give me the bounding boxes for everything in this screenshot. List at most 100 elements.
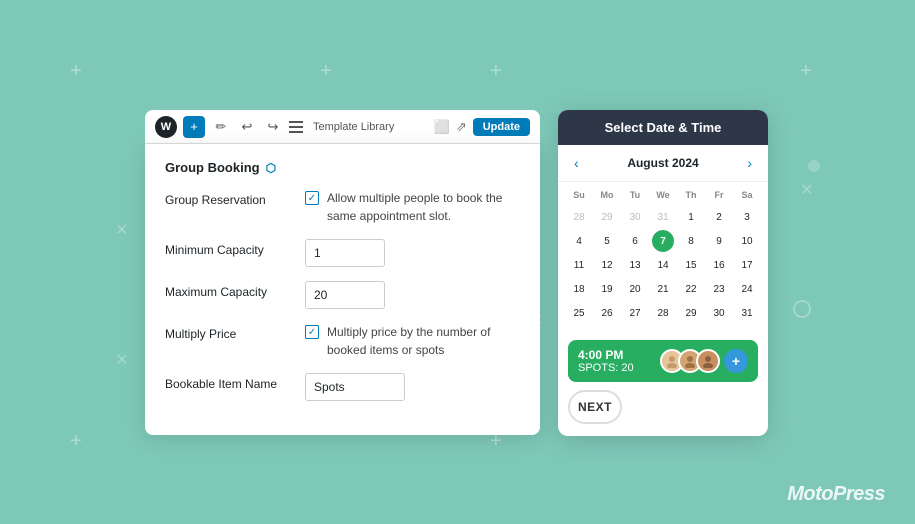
calendar-day[interactable]: 7 xyxy=(652,230,674,252)
calendar-day[interactable]: 18 xyxy=(568,278,590,300)
wp-logo: W xyxy=(155,116,177,138)
calendar-day[interactable]: 28 xyxy=(568,206,590,228)
min-capacity-control xyxy=(305,239,520,267)
calendar-day[interactable]: 21 xyxy=(652,278,674,300)
multiply-price-control: Multiply price by the number of booked i… xyxy=(305,323,520,359)
calendar-day[interactable]: 3 xyxy=(736,206,758,228)
time-slot[interactable]: 4:00 PM SPOTS: 20 + xyxy=(568,340,758,382)
multiply-price-checkbox-row: Multiply price by the number of booked i… xyxy=(305,323,520,359)
min-capacity-row: Minimum Capacity xyxy=(165,239,520,267)
add-button[interactable]: + xyxy=(183,116,205,138)
panel-title-icon: ⬡ xyxy=(266,161,276,175)
bookable-item-label: Bookable Item Name xyxy=(165,373,295,391)
cal-next-btn[interactable]: › xyxy=(743,153,756,173)
time-slot-info: 4:00 PM SPOTS: 20 xyxy=(578,348,634,374)
panel-title: Group Booking ⬡ xyxy=(165,160,520,175)
calendar-day[interactable]: 29 xyxy=(596,206,618,228)
deco-plus-2: + xyxy=(320,60,332,83)
bookable-item-input[interactable] xyxy=(305,373,405,401)
deco-plus-4: + xyxy=(800,60,812,83)
group-reservation-checkbox-row: Allow multiple people to book the same a… xyxy=(305,189,520,225)
cal-day-headers: Su Mo Tu We Th Fr Sa xyxy=(566,188,760,202)
redo-icon[interactable]: ↪ xyxy=(263,117,283,137)
next-button[interactable]: NEXT xyxy=(568,390,622,424)
calendar-day[interactable]: 29 xyxy=(680,302,702,324)
calendar-nav: ‹ August 2024 › xyxy=(558,145,768,182)
calendar-day[interactable]: 30 xyxy=(624,206,646,228)
calendar-day[interactable]: 23 xyxy=(708,278,730,300)
max-capacity-input[interactable] xyxy=(305,281,385,309)
group-reservation-text: Allow multiple people to book the same a… xyxy=(327,189,520,225)
calendar-day[interactable]: 20 xyxy=(624,278,646,300)
avatar-group: + xyxy=(660,349,748,373)
multiply-price-checkbox[interactable] xyxy=(305,325,319,339)
cal-prev-btn[interactable]: ‹ xyxy=(570,153,583,173)
time-slot-time: 4:00 PM xyxy=(578,348,634,362)
calendar-day[interactable]: 10 xyxy=(736,230,758,252)
deco-plus-3: + xyxy=(490,60,502,83)
calendar-day[interactable]: 31 xyxy=(652,206,674,228)
bookable-item-row: Bookable Item Name xyxy=(165,373,520,401)
cal-hdr-mo: Mo xyxy=(594,188,620,202)
group-reservation-checkbox[interactable] xyxy=(305,191,319,205)
calendar-day[interactable]: 6 xyxy=(624,230,646,252)
cal-month-label: August 2024 xyxy=(627,156,698,170)
group-reservation-label: Group Reservation xyxy=(165,189,295,207)
time-slot-spots: SPOTS: 20 xyxy=(578,362,634,374)
cal-hdr-tu: Tu xyxy=(622,188,648,202)
calendar-day[interactable]: 11 xyxy=(568,254,590,276)
calendar-day[interactable]: 9 xyxy=(708,230,730,252)
multiply-price-label: Multiply Price xyxy=(165,323,295,341)
min-capacity-label: Minimum Capacity xyxy=(165,239,295,257)
calendar-day[interactable]: 2 xyxy=(708,206,730,228)
calendar-day[interactable]: 26 xyxy=(596,302,618,324)
calendar-day[interactable]: 13 xyxy=(624,254,646,276)
update-button[interactable]: Update xyxy=(473,118,530,136)
calendar-grid: Su Mo Tu We Th Fr Sa 2829303112345678910… xyxy=(558,182,768,332)
deco-plus-5: + xyxy=(70,430,82,453)
calendar-day[interactable]: 8 xyxy=(680,230,702,252)
deco-circle-outline-1 xyxy=(793,300,811,318)
calendar-day[interactable]: 16 xyxy=(708,254,730,276)
calendar-day[interactable]: 24 xyxy=(736,278,758,300)
calendar-panel: Select Date & Time ‹ August 2024 › Su Mo… xyxy=(558,110,768,436)
hamburger-icon[interactable] xyxy=(289,121,303,133)
window-controls: ⬜ ⇗ xyxy=(434,119,467,135)
calendar-day[interactable]: 19 xyxy=(596,278,618,300)
min-capacity-input[interactable] xyxy=(305,239,385,267)
calendar-day[interactable]: 14 xyxy=(652,254,674,276)
calendar-day[interactable]: 15 xyxy=(680,254,702,276)
calendar-day[interactable]: 27 xyxy=(624,302,646,324)
calendar-day[interactable]: 12 xyxy=(596,254,618,276)
calendar-day[interactable]: 28 xyxy=(652,302,674,324)
cal-hdr-th: Th xyxy=(678,188,704,202)
group-reservation-control: Allow multiple people to book the same a… xyxy=(305,189,520,225)
cal-hdr-sa: Sa xyxy=(734,188,760,202)
calendar-day[interactable]: 22 xyxy=(680,278,702,300)
calendar-day[interactable]: 30 xyxy=(708,302,730,324)
window-icon-2[interactable]: ⇗ xyxy=(456,119,467,135)
deco-circle-1 xyxy=(808,160,820,172)
undo-icon[interactable]: ↩ xyxy=(237,117,257,137)
calendar-day[interactable]: 1 xyxy=(680,206,702,228)
max-capacity-label: Maximum Capacity xyxy=(165,281,295,299)
calendar-day[interactable]: 4 xyxy=(568,230,590,252)
template-library-label: Template Library xyxy=(313,121,428,133)
cal-days: 2829303112345678910111213141516171819202… xyxy=(566,206,760,324)
brand-text: MotoPress xyxy=(787,483,885,506)
edit-icon[interactable]: ✏ xyxy=(211,117,231,137)
avatar-3 xyxy=(696,349,720,373)
calendar-day[interactable]: 5 xyxy=(596,230,618,252)
avatar-add-btn[interactable]: + xyxy=(724,349,748,373)
deco-x-1: ✕ xyxy=(115,220,128,240)
group-reservation-row: Group Reservation Allow multiple people … xyxy=(165,189,520,225)
deco-x-4: ✕ xyxy=(800,180,813,200)
form-panel: Group Booking ⬡ Group Reservation Allow … xyxy=(145,144,540,435)
window-icon-1[interactable]: ⬜ xyxy=(434,119,450,135)
max-capacity-control xyxy=(305,281,520,309)
calendar-day[interactable]: 25 xyxy=(568,302,590,324)
calendar-day[interactable]: 31 xyxy=(736,302,758,324)
multiply-price-row: Multiply Price Multiply price by the num… xyxy=(165,323,520,359)
bookable-item-control xyxy=(305,373,520,401)
calendar-day[interactable]: 17 xyxy=(736,254,758,276)
